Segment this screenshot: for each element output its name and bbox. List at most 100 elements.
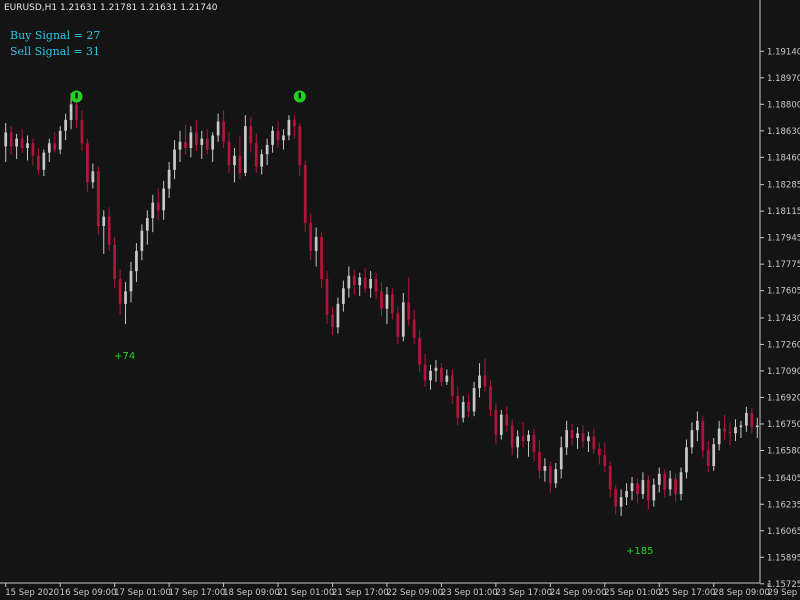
candle-body: [728, 431, 732, 434]
price-tick-label: 1.17605: [767, 287, 800, 297]
candle: [467, 394, 470, 418]
price-chart[interactable]: 1.19140 1.18970 1.18800 1.18630 1.18460 1.182…: [0, 0, 800, 600]
signal-marker-stem: [75, 92, 78, 99]
candle-body: [690, 430, 694, 448]
price-tick-label: 1.16920: [767, 393, 800, 403]
candle: [309, 213, 313, 261]
candle-body: [303, 165, 307, 223]
signal-marker-stem: [298, 92, 302, 99]
candle: [194, 119, 198, 152]
candle: [652, 478, 656, 507]
candle: [548, 461, 552, 493]
candle: [450, 369, 454, 404]
candle-body: [53, 143, 57, 150]
candle-body: [412, 319, 416, 339]
candle-body: [69, 104, 73, 120]
candle: [331, 307, 334, 336]
candle: [156, 188, 160, 220]
price-tick-label: 1.15895: [767, 553, 800, 563]
candle: [603, 442, 607, 473]
candle: [434, 360, 438, 382]
candle: [489, 380, 492, 417]
candle-body: [538, 452, 541, 471]
candle: [293, 115, 296, 139]
candle-body: [679, 472, 683, 495]
candle-body: [135, 250, 138, 272]
candle: [151, 194, 155, 233]
candle-body: [592, 436, 596, 449]
candle-body: [429, 370, 432, 381]
candle-body: [445, 375, 449, 382]
candle: [679, 467, 683, 501]
candle-body: [145, 218, 149, 231]
candle-body: [396, 313, 400, 337]
candle: [233, 147, 236, 183]
candle-body: [516, 436, 520, 448]
price-tick-label: 1.18630: [767, 127, 800, 137]
candle-body: [472, 388, 476, 412]
time-axis[interactable]: 15 Sep 2020 16 Sep 09:0017 Sep 01:0017 Se…: [5, 583, 800, 598]
candle: [592, 428, 596, 454]
candle: [755, 417, 759, 438]
candle-body: [200, 138, 204, 145]
candle: [238, 135, 242, 180]
candle: [696, 411, 699, 442]
time-tick-label: 15 Sep 2020: [5, 588, 59, 598]
candle-body: [614, 489, 618, 507]
candle: [445, 369, 449, 385]
time-tick-label: 28 Sep 09:00: [713, 588, 770, 598]
candle-body: [369, 278, 372, 289]
candle: [396, 307, 400, 345]
candle-body: [254, 143, 258, 167]
candle-body: [42, 152, 46, 170]
candle-body: [385, 294, 389, 309]
candle: [162, 180, 166, 220]
candle: [216, 113, 220, 142]
candle: [657, 467, 661, 493]
candle: [418, 330, 421, 373]
candle-body: [554, 469, 558, 484]
candle-body: [86, 143, 89, 183]
candle: [456, 386, 460, 426]
time-tick-label: 25 Sep 17:00: [659, 588, 716, 598]
candle: [619, 489, 623, 516]
candle: [728, 422, 732, 446]
price-tick-label: 1.16065: [767, 527, 800, 537]
price-tick-label: 1.17430: [767, 314, 800, 324]
candle-body: [4, 132, 8, 147]
candle-body: [374, 278, 378, 292]
candle-body: [314, 236, 318, 251]
symbol-info-header: EURUSD,H1 1.21631 1.21781 1.21631 1.2174…: [4, 3, 218, 13]
candle-body: [156, 202, 160, 211]
candle: [401, 292, 405, 342]
candle: [107, 207, 111, 251]
candle-body: [723, 428, 726, 432]
candle: [211, 132, 215, 163]
profit-label: +74: [114, 350, 136, 362]
time-tick-label: 24 Sep 09:00: [550, 588, 607, 598]
candle: [685, 439, 688, 479]
candle: [391, 288, 394, 320]
time-tick-label: 22 Sep 09:00: [386, 588, 443, 598]
chart-canvas[interactable]: 1.19140 1.18970 1.18800 1.18630 1.18460 1.182…: [0, 0, 800, 600]
candle: [222, 110, 225, 148]
candle: [587, 431, 590, 453]
candle: [200, 130, 204, 159]
candle: [527, 430, 530, 457]
candle-body: [260, 154, 264, 167]
sell-signal-icon: [70, 90, 83, 103]
candle-body: [467, 402, 470, 412]
candle-body: [548, 466, 552, 484]
candle-body: [331, 314, 334, 328]
candle-body: [450, 375, 454, 396]
candle: [559, 436, 563, 479]
candle-body: [189, 132, 193, 148]
candle-body: [216, 121, 220, 136]
candle: [260, 149, 264, 175]
candle-body: [625, 491, 628, 498]
candle: [42, 149, 46, 177]
price-tick-label: 1.17945: [767, 234, 800, 244]
candle-body: [657, 473, 661, 485]
candle-body: [238, 155, 242, 173]
candle: [243, 115, 247, 177]
